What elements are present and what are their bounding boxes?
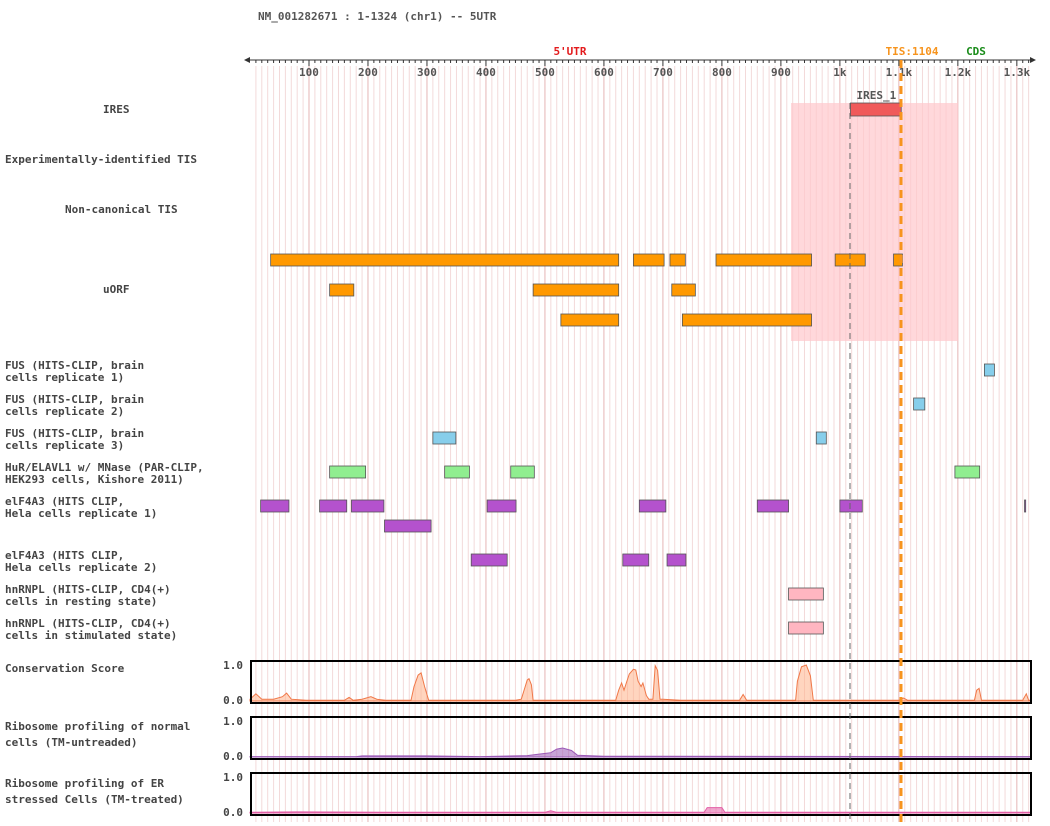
hur-peak bbox=[510, 465, 535, 479]
eif4a3-rep1-peak bbox=[839, 499, 863, 513]
ires-highlight-region bbox=[791, 103, 958, 341]
conservation-track-area bbox=[249, 663, 1032, 702]
uorf-bar bbox=[681, 313, 812, 327]
uorf-bar bbox=[715, 253, 812, 267]
eif4a3-rep1-peak bbox=[384, 519, 432, 533]
ruler-tick-label: 1k bbox=[833, 66, 847, 79]
ribo-normal-track-axis-max: 1.0 bbox=[223, 715, 243, 728]
eif4a3-rep1-peak bbox=[260, 499, 290, 513]
uorf-bar bbox=[633, 253, 665, 267]
ruler-tick-label: 700 bbox=[653, 66, 673, 79]
ruler-tick-label: 500 bbox=[535, 66, 555, 79]
eif4a3-rep1-peak bbox=[1024, 499, 1027, 513]
ruler-tick-label: 1.1k bbox=[886, 66, 913, 79]
eif4a3-rep1-peak bbox=[486, 499, 517, 513]
ruler-tick-label: 1.3k bbox=[1004, 66, 1031, 79]
ribo-normal-track-axis-min: 0.0 bbox=[223, 750, 243, 763]
eif4a3-rep1-peak bbox=[638, 499, 667, 513]
hur-peak bbox=[954, 465, 981, 479]
uorf-bar bbox=[532, 283, 620, 297]
uorf-bar bbox=[669, 253, 686, 267]
fus-rep3-peak bbox=[432, 431, 457, 445]
eif4a3-rep2-peak bbox=[622, 553, 650, 567]
hur-peak bbox=[329, 465, 367, 479]
ribo-er-track-axis-max: 1.0 bbox=[223, 771, 243, 784]
cds-label: CDS bbox=[966, 45, 986, 58]
track-canvas: 100 200 300 400 500 600 700 800 900 1k 1.1k 1.2k 1.3… bbox=[223, 45, 1036, 822]
eif4a3-rep1-peak bbox=[319, 499, 348, 513]
ribo-er-track-axis-min: 0.0 bbox=[223, 806, 243, 819]
transcript-browser: NM_001282671 : 1-1324 (chr1) -- 5UTR IRE… bbox=[0, 0, 1050, 826]
ruler-tick-label: 1.2k bbox=[945, 66, 972, 79]
ruler-tick-label: 600 bbox=[594, 66, 614, 79]
hnrnpl-stim-peak bbox=[788, 621, 824, 635]
uorf-bar bbox=[329, 283, 355, 297]
uorf-bar bbox=[270, 253, 620, 267]
eif4a3-rep2-peak bbox=[666, 553, 687, 567]
ribo-normal-track-area bbox=[249, 747, 1032, 758]
fus-rep3-peak bbox=[815, 431, 827, 445]
ruler-arrow-left bbox=[244, 57, 250, 63]
uorf-bar bbox=[560, 313, 620, 327]
ruler-tick-label: 400 bbox=[476, 66, 496, 79]
eif4a3-rep1-peak bbox=[351, 499, 385, 513]
ruler-tick-label: 100 bbox=[299, 66, 319, 79]
tis-label: TIS:1104 bbox=[886, 45, 939, 58]
conservation-track-axis-max: 1.0 bbox=[223, 659, 243, 672]
ires-feature-label: IRES_1 bbox=[856, 89, 896, 102]
five-utr-label: 5'UTR bbox=[553, 45, 586, 58]
fus-rep1-peak bbox=[983, 363, 995, 377]
ruler-tick-label: 300 bbox=[417, 66, 437, 79]
ruler-arrow-right bbox=[1030, 57, 1036, 63]
ires-feature-bar bbox=[850, 102, 902, 117]
ruler-tick-label: 200 bbox=[358, 66, 378, 79]
hur-peak bbox=[444, 465, 470, 479]
hnrnpl-rest-peak bbox=[788, 587, 824, 601]
eif4a3-rep2-peak bbox=[470, 553, 508, 567]
ruler-tick-label: 900 bbox=[771, 66, 791, 79]
position-ruler: 100 200 300 400 500 600 700 800 900 1k 1.1k 1.2k 1.3… bbox=[244, 57, 1036, 79]
ribo-er-track-area bbox=[249, 807, 1032, 814]
ruler-tick-label: 800 bbox=[712, 66, 732, 79]
conservation-track-axis-min: 0.0 bbox=[223, 694, 243, 707]
uorf-bar bbox=[671, 283, 696, 297]
eif4a3-rep1-peak bbox=[756, 499, 789, 513]
fus-rep2-peak bbox=[913, 397, 926, 411]
